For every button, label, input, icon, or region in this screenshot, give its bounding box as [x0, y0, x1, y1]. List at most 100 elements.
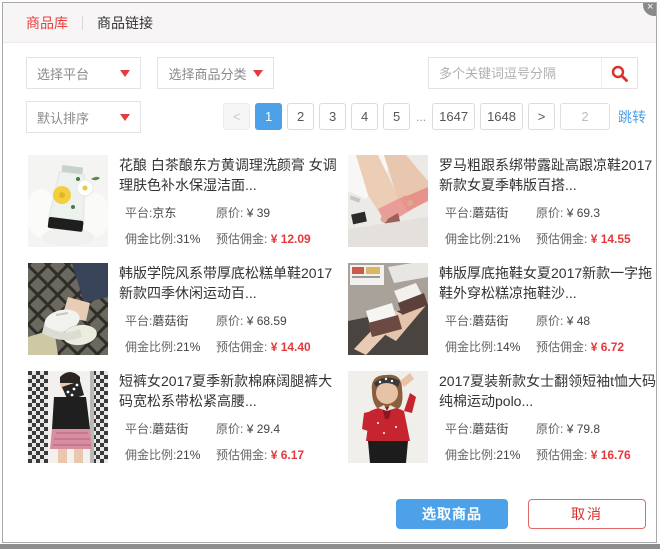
page-jump-input[interactable]: [560, 103, 610, 130]
pagination-page-button[interactable]: 2: [287, 103, 314, 130]
commission-rate-label: 佣金比例:: [125, 232, 176, 246]
window-bottom-edge: [0, 544, 660, 549]
category-select-label: 选择商品分类: [168, 64, 246, 83]
pagination-next-button[interactable]: >: [528, 103, 555, 130]
commission-rate-value: 31%: [176, 232, 200, 246]
product-card[interactable]: 2017夏装新款女士翻领短袖t恤大码纯棉运动polo... 平台:蘑菇街 原价:…: [348, 371, 657, 463]
est-commission-value: ¥ 12.09: [271, 232, 311, 246]
platform-select-label: 选择平台: [37, 64, 89, 83]
orig-price-value: ¥ 69.3: [567, 206, 600, 220]
product-thumbnail: [28, 371, 108, 463]
pagination-page-button[interactable]: 5: [383, 103, 410, 130]
est-commission-label: 预估佣金:: [536, 448, 587, 462]
search-icon: [611, 65, 628, 82]
product-title: 2017夏装新款女士翻领短袖t恤大码纯棉运动polo...: [439, 371, 657, 411]
platform-value: 京东: [152, 206, 176, 220]
platform-value: 蘑菇街: [152, 422, 188, 436]
platform-label: 平台:: [125, 422, 152, 436]
product-card[interactable]: 短裤女2017夏季新款棉麻阔腿裤大码宽松系带松紧高腰... 平台:蘑菇街 原价:…: [28, 371, 348, 463]
tab-product-link[interactable]: 商品链接: [97, 13, 153, 33]
filter-toolbar: 选择平台 选择商品分类: [3, 57, 656, 89]
commission-rate-label: 佣金比例:: [125, 340, 176, 354]
commission-rate-value: 21%: [176, 340, 200, 354]
orig-price-label: 原价:: [536, 314, 563, 328]
cancel-button[interactable]: 取消: [528, 499, 646, 529]
sort-select[interactable]: 默认排序: [26, 101, 141, 133]
product-title: 韩版学院风系带厚底松糕单鞋2017新款四季休闲运动百...: [119, 263, 341, 303]
pagination-page-button[interactable]: 1: [255, 103, 282, 130]
pagination-page-button[interactable]: 1647: [432, 103, 475, 130]
commission-rate-label: 佣金比例:: [445, 448, 496, 462]
est-commission-value: ¥ 16.76: [591, 448, 631, 462]
chevron-down-icon: [120, 70, 130, 77]
orig-price-label: 原价:: [216, 206, 243, 220]
product-title: 短裤女2017夏季新款棉麻阔腿裤大码宽松系带松紧高腰...: [119, 371, 341, 411]
platform-select[interactable]: 选择平台: [26, 57, 141, 89]
orig-price-value: ¥ 29.4: [247, 422, 280, 436]
est-commission-value: ¥ 14.40: [271, 340, 311, 354]
product-thumbnail: [348, 155, 428, 247]
product-title: 韩版厚底拖鞋女夏2017新款一字拖鞋外穿松糕凉拖鞋沙...: [439, 263, 657, 303]
tab-product-library[interactable]: 商品库: [26, 13, 68, 33]
product-card[interactable]: 韩版学院风系带厚底松糕单鞋2017新款四季休闲运动百... 平台:蘑菇街 原价:…: [28, 263, 348, 355]
select-products-button[interactable]: 选取商品: [396, 499, 508, 529]
commission-rate-value: 21%: [496, 232, 520, 246]
pagination: < 1 2 3 4 5 ... 1647 1648 > 跳转: [223, 103, 646, 130]
pagination-page-button[interactable]: 3: [319, 103, 346, 130]
orig-price-label: 原价:: [536, 422, 563, 436]
est-commission-label: 预估佣金:: [536, 232, 587, 246]
product-card[interactable]: 韩版厚底拖鞋女夏2017新款一字拖鞋外穿松糕凉拖鞋沙... 平台:蘑菇街 原价:…: [348, 263, 657, 355]
platform-label: 平台:: [125, 314, 152, 328]
commission-rate-label: 佣金比例:: [445, 232, 496, 246]
dialog-footer: 选取商品 取消: [396, 499, 646, 529]
orig-price-label: 原价:: [216, 422, 243, 436]
product-thumbnail: [348, 263, 428, 355]
dialog-header: 商品库 商品链接: [3, 3, 656, 43]
orig-price-value: ¥ 68.59: [247, 314, 287, 328]
product-card[interactable]: 罗马粗跟系绑带露趾高跟凉鞋2017新款女夏季韩版百搭... 平台:蘑菇街 原价:…: [348, 155, 657, 247]
orig-price-value: ¥ 39: [247, 206, 270, 220]
commission-rate-label: 佣金比例:: [125, 448, 176, 462]
pagination-prev-button[interactable]: <: [223, 103, 250, 130]
est-commission-label: 预估佣金:: [216, 448, 267, 462]
platform-label: 平台:: [445, 206, 472, 220]
product-card[interactable]: 花酿 白茶酿东方黄调理洗颜膏 女调理肤色补水保湿洁面... 平台:京东 原价: …: [28, 155, 348, 247]
chevron-down-icon: [120, 114, 130, 121]
orig-price-label: 原价:: [216, 314, 243, 328]
search-button[interactable]: [601, 58, 637, 88]
pagination-ellipsis: ...: [415, 110, 427, 124]
est-commission-value: ¥ 6.17: [271, 448, 304, 462]
pagination-page-button[interactable]: 1648: [480, 103, 523, 130]
page-jump-link[interactable]: 跳转: [618, 107, 646, 127]
product-title: 花酿 白茶酿东方黄调理洗颜膏 女调理肤色补水保湿洁面...: [119, 155, 341, 195]
product-thumbnail: [28, 263, 108, 355]
chevron-down-icon: [253, 70, 263, 77]
platform-label: 平台:: [445, 314, 472, 328]
orig-price-label: 原价:: [536, 206, 563, 220]
sort-toolbar: 默认排序 < 1 2 3 4 5 ... 1647 1648 > 跳转: [3, 101, 656, 133]
est-commission-label: 预估佣金:: [216, 232, 267, 246]
category-select[interactable]: 选择商品分类: [157, 57, 274, 89]
platform-label: 平台:: [125, 206, 152, 220]
product-title: 罗马粗跟系绑带露趾高跟凉鞋2017新款女夏季韩版百搭...: [439, 155, 657, 195]
est-commission-label: 预估佣金:: [216, 340, 267, 354]
est-commission-value: ¥ 14.55: [591, 232, 631, 246]
commission-rate-label: 佣金比例:: [445, 340, 496, 354]
orig-price-value: ¥ 48: [567, 314, 590, 328]
tab-divider: [82, 16, 83, 30]
est-commission-label: 预估佣金:: [536, 340, 587, 354]
commission-rate-value: 21%: [176, 448, 200, 462]
commission-rate-value: 14%: [496, 340, 520, 354]
product-thumbnail: [348, 371, 428, 463]
sort-select-label: 默认排序: [37, 108, 89, 127]
commission-rate-value: 21%: [496, 448, 520, 462]
product-picker-dialog: × 商品库 商品链接 选择平台 选择商品分类 默认排序: [2, 2, 657, 543]
pagination-page-button[interactable]: 4: [351, 103, 378, 130]
platform-value: 蘑菇街: [152, 314, 188, 328]
orig-price-value: ¥ 79.8: [567, 422, 600, 436]
platform-value: 蘑菇街: [472, 314, 508, 328]
platform-value: 蘑菇街: [472, 422, 508, 436]
platform-label: 平台:: [445, 422, 472, 436]
product-grid: 花酿 白茶酿东方黄调理洗颜膏 女调理肤色补水保湿洁面... 平台:京东 原价: …: [28, 155, 656, 463]
search-input[interactable]: [429, 58, 601, 88]
